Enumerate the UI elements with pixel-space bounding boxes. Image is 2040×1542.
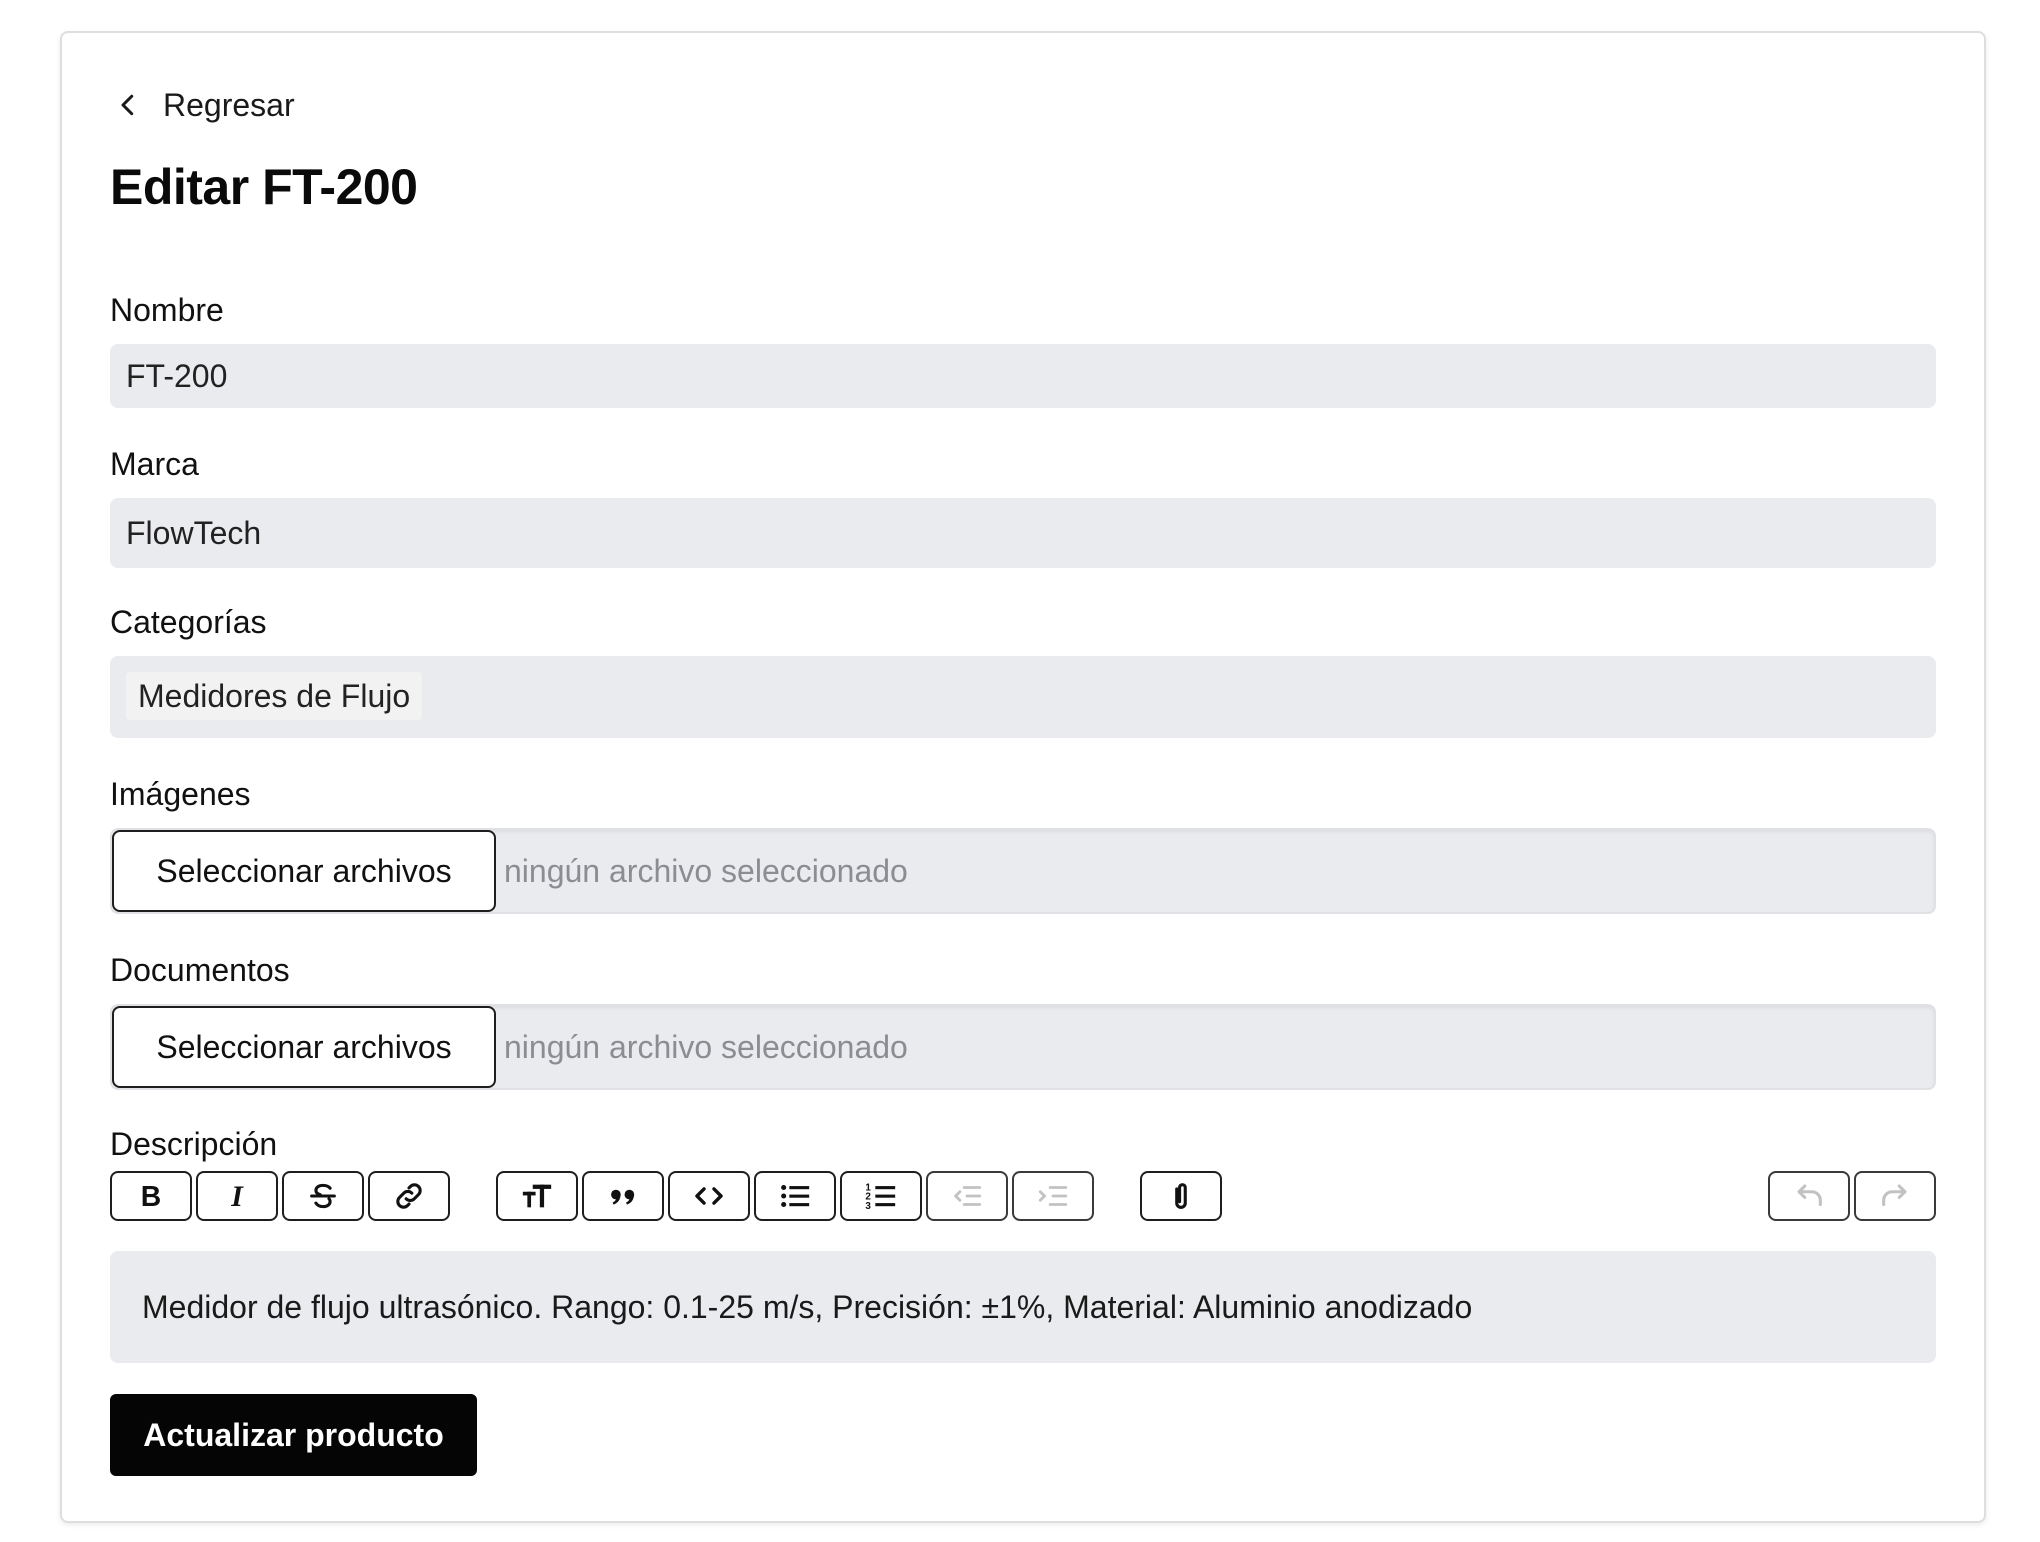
documentos-label: Documentos	[110, 952, 290, 988]
bold-button[interactable]: B	[110, 1171, 192, 1221]
back-link[interactable]: Regresar	[113, 80, 295, 130]
imagenes-label: Imágenes	[110, 776, 251, 812]
numbered-list-icon: 123	[865, 1182, 896, 1212]
attach-icon	[1175, 1183, 1187, 1209]
indent-button[interactable]	[1012, 1171, 1094, 1221]
link-button[interactable]	[368, 1171, 450, 1221]
heading-icon	[522, 1184, 552, 1208]
italic-icon: I	[230, 1180, 244, 1213]
marca-input[interactable]	[110, 498, 1936, 568]
undo-button[interactable]	[1768, 1171, 1850, 1221]
documentos-file-input[interactable]: Seleccionar archivos ningún archivo sele…	[110, 1004, 1936, 1090]
code-icon	[695, 1187, 723, 1205]
outdent-button[interactable]	[926, 1171, 1008, 1221]
nombre-label: Nombre	[110, 292, 224, 328]
imagenes-select-files-button[interactable]: Seleccionar archivos	[112, 830, 496, 912]
descripcion-label: Descripción	[110, 1126, 278, 1162]
undo-icon	[1797, 1184, 1822, 1207]
bold-icon: B	[141, 1181, 161, 1213]
indent-icon	[1038, 1186, 1068, 1206]
marca-label: Marca	[110, 446, 199, 482]
outdent-icon	[953, 1186, 982, 1206]
svg-text:3: 3	[865, 1201, 871, 1212]
bullet-list-button[interactable]	[754, 1171, 836, 1221]
back-label: Regresar	[163, 86, 295, 123]
category-tag[interactable]: Medidores de Flujo	[126, 672, 423, 720]
chevron-left-icon	[121, 94, 134, 116]
update-product-button[interactable]: Actualizar producto	[110, 1394, 477, 1476]
attach-files-button[interactable]	[1140, 1171, 1222, 1221]
strikethrough-button[interactable]	[282, 1171, 364, 1221]
documentos-select-files-button[interactable]: Seleccionar archivos	[112, 1006, 496, 1088]
svg-text:I: I	[230, 1180, 244, 1213]
svg-text:B: B	[141, 1181, 161, 1213]
strikethrough-icon	[310, 1183, 336, 1209]
categorias-select[interactable]: Medidores de Flujo	[110, 656, 1936, 738]
description-text: Medidor de flujo ultrasónico. Rango: 0.1…	[142, 1288, 1473, 1325]
imagenes-file-input[interactable]: Seleccionar archivos ningún archivo sele…	[110, 828, 1936, 914]
link-icon	[396, 1183, 422, 1209]
redo-icon	[1882, 1184, 1907, 1207]
quote-button[interactable]	[582, 1171, 664, 1221]
imagenes-file-status: ningún archivo seleccionado	[504, 853, 908, 889]
nombre-input[interactable]	[110, 344, 1936, 408]
redo-button[interactable]	[1854, 1171, 1936, 1221]
documentos-file-status: ningún archivo seleccionado	[504, 1029, 908, 1065]
code-button[interactable]	[668, 1171, 750, 1221]
categorias-label: Categorías	[110, 604, 267, 640]
bullet-list-icon	[781, 1184, 810, 1208]
page-title: Editar FT-200	[110, 159, 418, 215]
numbered-list-button[interactable]: 123	[840, 1171, 922, 1221]
heading-button[interactable]	[496, 1171, 578, 1221]
italic-button[interactable]: I	[196, 1171, 278, 1221]
quote-icon	[611, 1189, 635, 1205]
description-editor[interactable]: Medidor de flujo ultrasónico. Rango: 0.1…	[110, 1251, 1936, 1363]
